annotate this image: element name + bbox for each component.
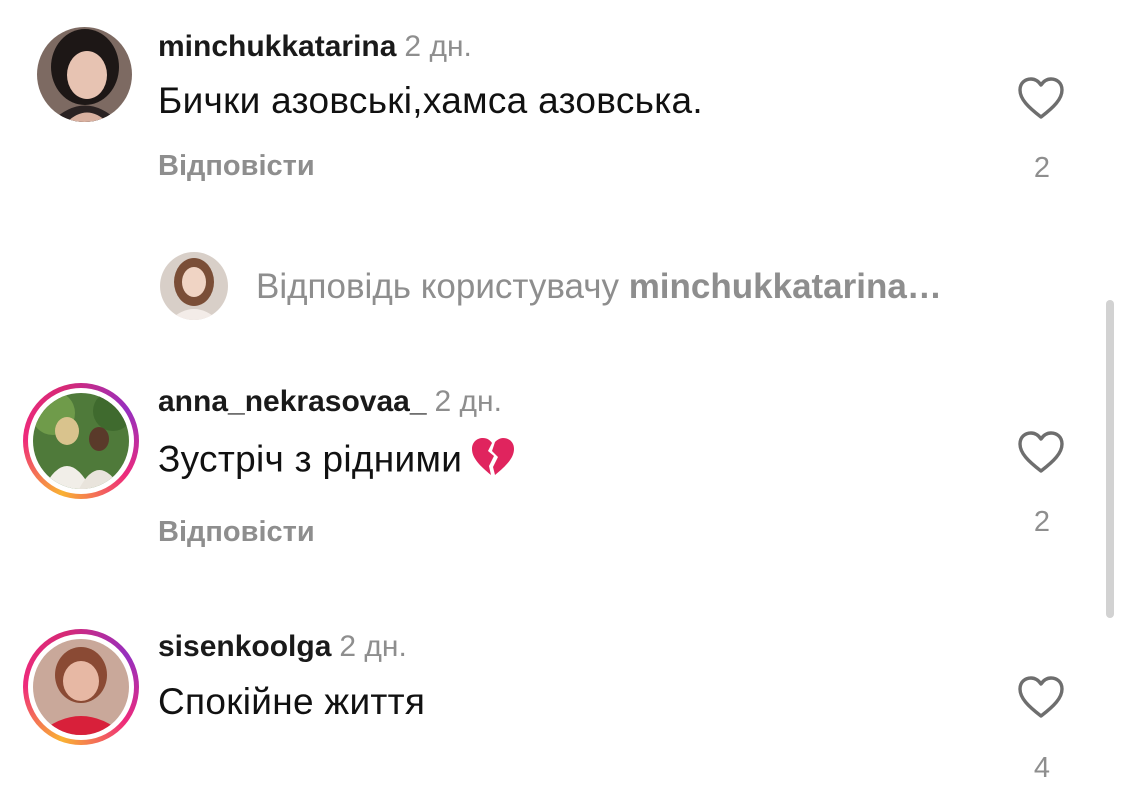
reply-placeholder: Відповідь користувачу minchukkatarina… [256, 267, 942, 307]
username[interactable]: anna_nekrasovaa_ [158, 385, 427, 418]
reply-input[interactable]: Відповідь користувачу minchukkatarina… [160, 252, 1060, 322]
avatar[interactable] [37, 27, 132, 122]
like-count[interactable]: 4 [1030, 752, 1054, 785]
like-count[interactable]: 2 [1030, 506, 1054, 539]
comment-header: minchukkatarina 2 дн. [158, 30, 472, 64]
avatar[interactable] [33, 393, 129, 489]
reply-target-username: minchukkatarina… [628, 267, 942, 306]
scrollbar[interactable] [1106, 300, 1114, 618]
user-avatar-image [37, 27, 132, 122]
comment-header: sisenkoolga 2 дн. [158, 630, 407, 664]
broken-heart-icon [470, 436, 516, 487]
user-avatar-image [160, 252, 228, 320]
comment-text: Бички азовські,хамса азовська. [158, 80, 703, 121]
like-count[interactable]: 2 [1030, 152, 1054, 185]
reply-prefix: Відповідь користувачу [256, 267, 629, 306]
username[interactable]: minchukkatarina [158, 30, 396, 63]
comment-time: 2 дн. [404, 30, 472, 63]
user-avatar-image [33, 639, 129, 735]
comment-time: 2 дн. [434, 385, 502, 418]
heart-icon[interactable] [1017, 430, 1065, 474]
reply-button[interactable]: Відповісти [158, 150, 315, 183]
comment-time: 2 дн. [339, 630, 407, 663]
heart-icon[interactable] [1017, 76, 1065, 120]
avatar[interactable] [33, 639, 129, 735]
comment-text-body: Зустріч з рідними [158, 438, 463, 480]
comment-header: anna_nekrasovaa_ 2 дн. [158, 385, 502, 419]
username[interactable]: sisenkoolga [158, 630, 331, 663]
heart-icon[interactable] [1017, 675, 1065, 719]
reply-button[interactable]: Відповісти [158, 516, 315, 549]
user-avatar-image [33, 393, 129, 489]
comment-text: Зустріч з рідними [158, 436, 516, 487]
comment-text: Спокійне життя [158, 681, 426, 722]
avatar [160, 252, 228, 320]
